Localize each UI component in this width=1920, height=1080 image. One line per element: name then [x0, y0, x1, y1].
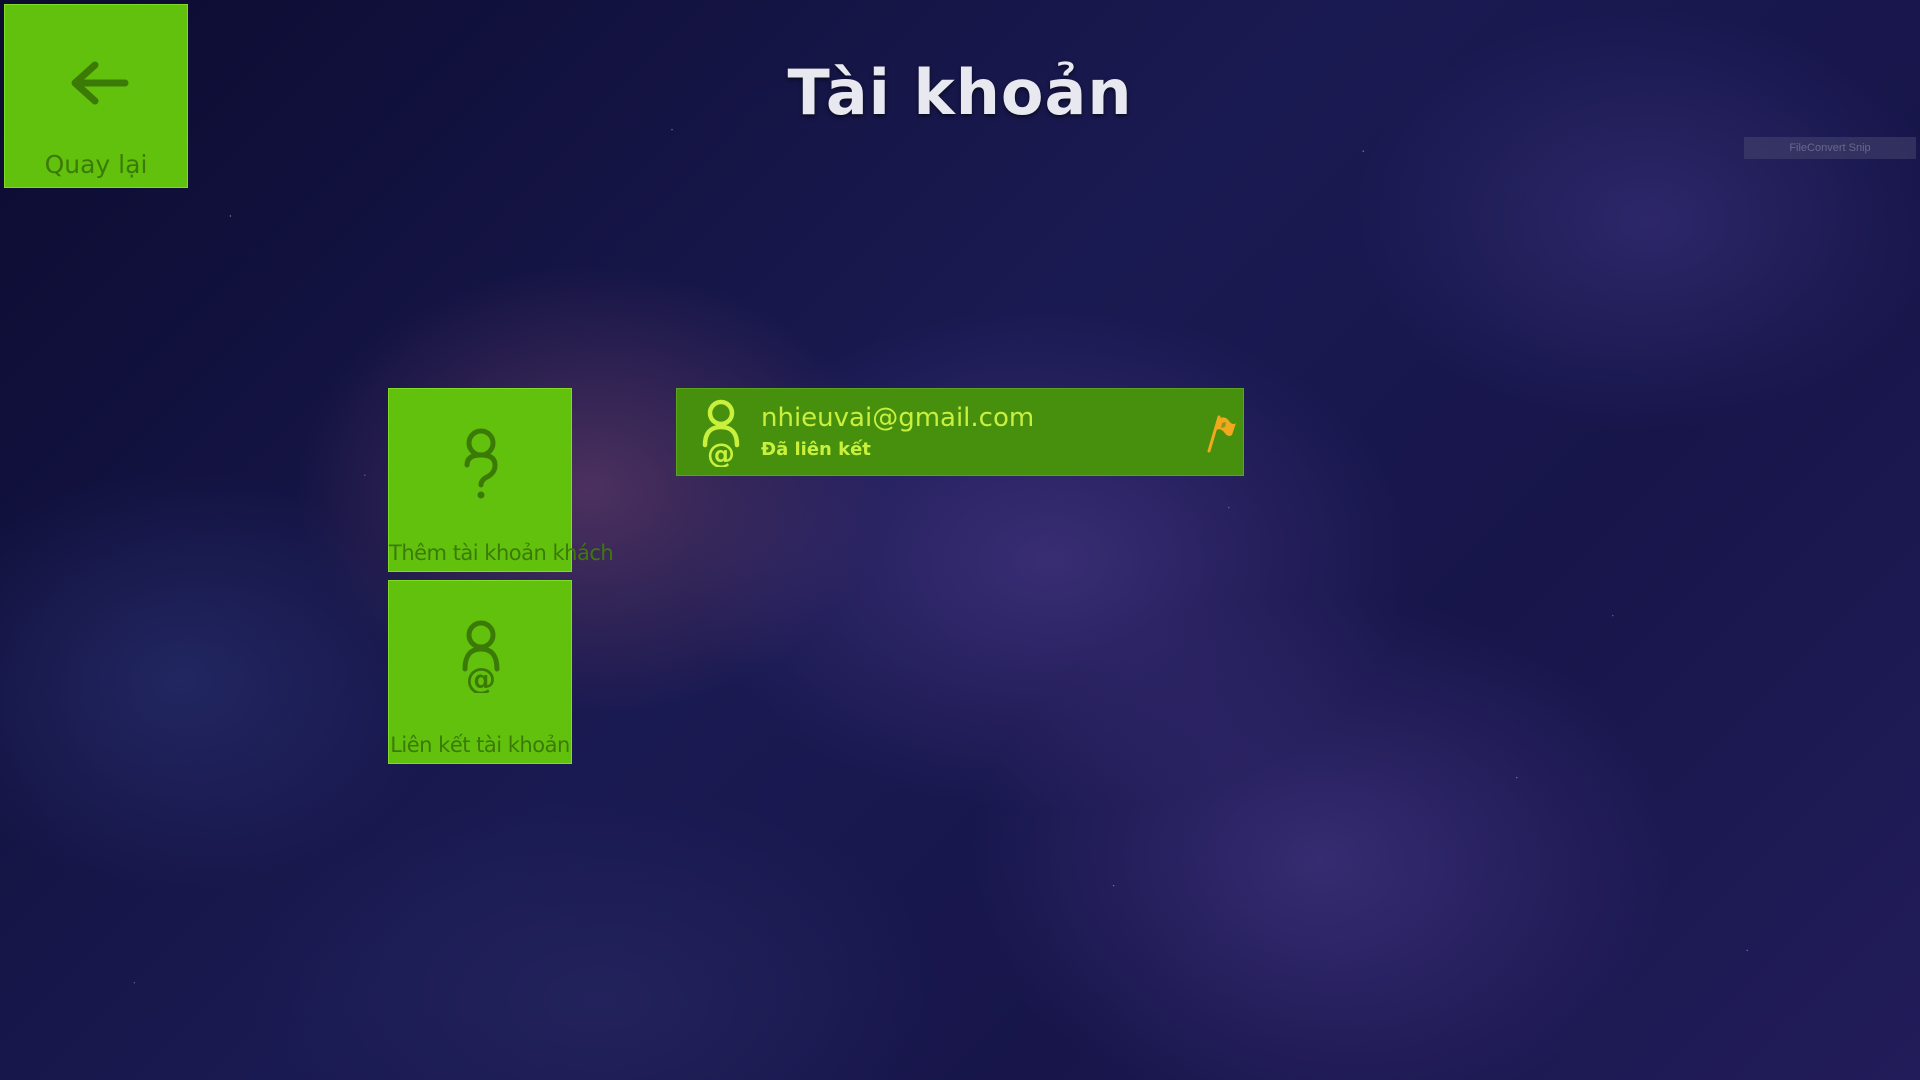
page-title: Tài khoản: [787, 56, 1133, 129]
link-account-label: Liên kết tài khoản: [390, 733, 570, 757]
watermark-label: FileConvert Snip: [1744, 137, 1916, 159]
report-flag-icon[interactable]: [1203, 413, 1237, 453]
account-status: Đã liên kết: [761, 439, 871, 460]
add-guest-account-button[interactable]: Thêm tài khoản khách: [388, 388, 614, 572]
arrow-left-icon: [71, 61, 129, 105]
account-email-icon: @: [702, 399, 740, 467]
link-account-button[interactable]: @ Liên kết tài khoản: [388, 580, 572, 764]
account-email: nhieuvai@gmail.com: [761, 403, 1035, 433]
svg-text:@: @: [466, 662, 496, 693]
svg-text:@: @: [707, 437, 735, 467]
back-button[interactable]: Quay lại: [4, 4, 188, 188]
starfield-background: [0, 0, 1920, 1080]
add-guest-account-label: Thêm tài khoản khách: [389, 541, 614, 565]
link-account-icon: @: [462, 620, 500, 693]
linked-account-card[interactable]: @ nhieuvai@gmail.com Đã liên kết: [676, 388, 1244, 476]
back-button-label: Quay lại: [44, 150, 148, 179]
guest-user-icon: [464, 428, 498, 499]
